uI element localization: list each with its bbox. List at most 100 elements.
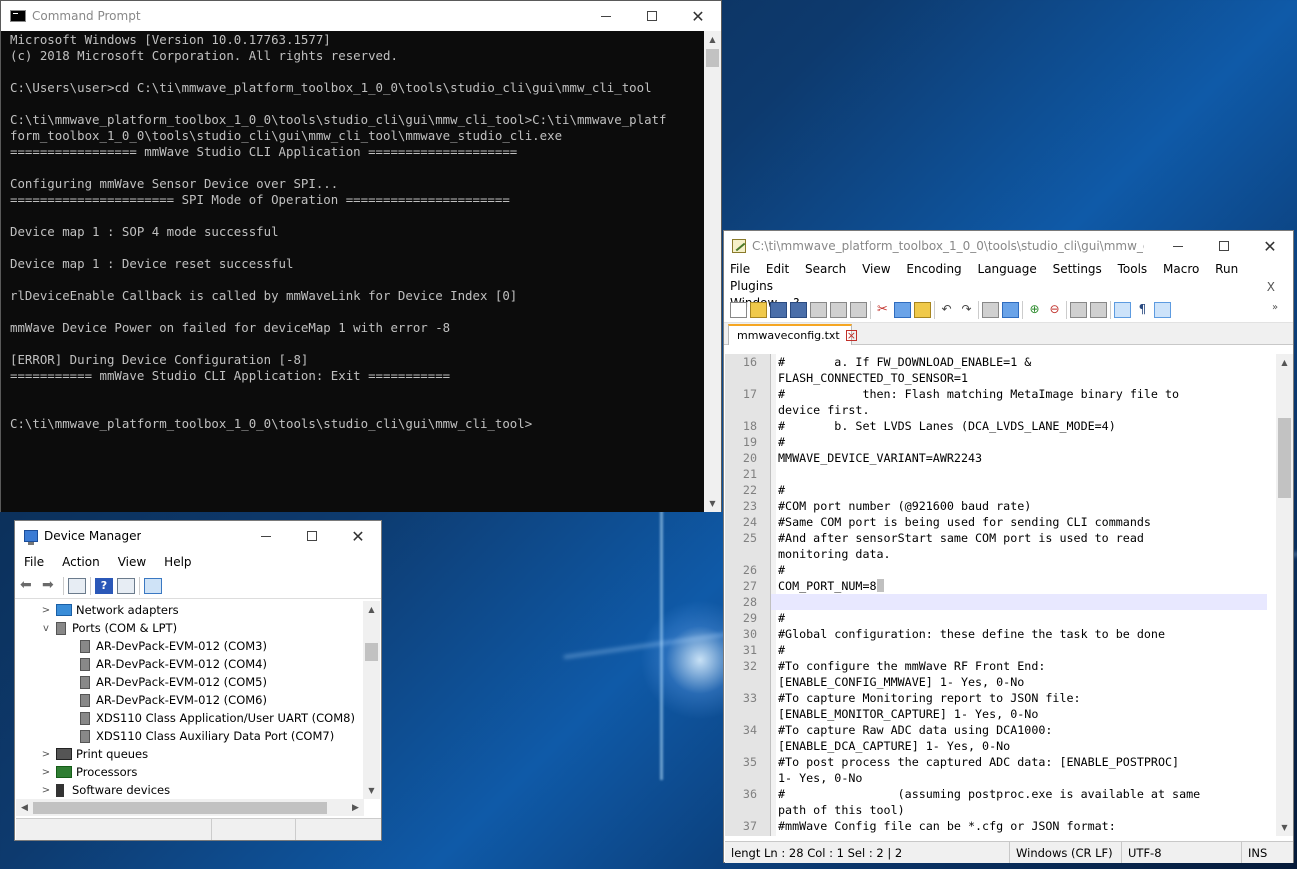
zoom-in-icon[interactable]: ⊕ bbox=[1026, 302, 1043, 318]
dm-scroll-thumb[interactable] bbox=[365, 643, 378, 661]
close-file-icon[interactable] bbox=[810, 301, 827, 318]
editor-line[interactable]: 26 # bbox=[725, 562, 1293, 578]
device-tree[interactable]: > Network adapters v Ports (COM & LPT) AR-De… bbox=[16, 601, 381, 799]
editor-line[interactable]: 31 # bbox=[725, 642, 1293, 658]
save-all-icon[interactable] bbox=[790, 301, 807, 318]
scroll-down-icon[interactable]: ▼ bbox=[704, 495, 721, 512]
device-manager-window[interactable]: Device Manager ✕ File Action View Help ?… bbox=[14, 520, 382, 841]
toolbar-overflow-icon[interactable]: » bbox=[1272, 302, 1289, 318]
dm-minimize-button[interactable] bbox=[243, 521, 289, 551]
editor-line[interactable]: 25 #And after sensorStart same COM port i… bbox=[725, 530, 1293, 546]
editor-line[interactable]: 27 COM_PORT_NUM=8 bbox=[725, 578, 1293, 594]
tab-close-icon[interactable]: × bbox=[845, 330, 857, 341]
npp-close-button[interactable]: ✕ bbox=[1247, 231, 1293, 261]
current-line[interactable]: 28 bbox=[725, 594, 1293, 610]
command-prompt-window[interactable]: Command Prompt ✕ Microsoft Windows [Vers… bbox=[0, 0, 722, 512]
close-all-icon[interactable] bbox=[830, 301, 847, 318]
menu-language[interactable]: Language bbox=[978, 262, 1037, 276]
scroll-up-icon[interactable]: ▲ bbox=[704, 31, 721, 48]
cut-icon[interactable]: ✂ bbox=[874, 302, 891, 318]
menu-plugins[interactable]: Plugins bbox=[730, 279, 773, 293]
redo-icon[interactable]: ↷ bbox=[958, 302, 975, 318]
menu-macro[interactable]: Macro bbox=[1163, 262, 1199, 276]
menu-search[interactable]: Search bbox=[805, 262, 846, 276]
editor-line[interactable]: device first. bbox=[725, 402, 1293, 418]
expand-chevron-icon[interactable]: > bbox=[40, 767, 52, 778]
close-document-icon[interactable]: X bbox=[1267, 279, 1275, 296]
editor-line[interactable]: [ENABLE_CONFIG_MMWAVE] 1- Yes, 0-No bbox=[725, 674, 1293, 690]
zoom-out-icon[interactable]: ⊖ bbox=[1046, 302, 1063, 318]
properties-icon[interactable] bbox=[117, 577, 135, 594]
sync-vertical-icon[interactable] bbox=[1070, 301, 1087, 318]
npp-titlebar[interactable]: C:\ti\mmwave_platform_toolbox_1_0_0\tool… bbox=[724, 231, 1293, 261]
notepadpp-window[interactable]: C:\ti\mmwave_platform_toolbox_1_0_0\tool… bbox=[723, 230, 1294, 863]
copy-icon[interactable] bbox=[894, 301, 911, 318]
tree-item[interactable]: XDS110 Class Auxiliary Data Port (COM7) bbox=[16, 727, 381, 745]
editor-line[interactable]: [ENABLE_MONITOR_CAPTURE] 1- Yes, 0-No bbox=[725, 706, 1293, 722]
editor-line[interactable]: 1- Yes, 0-No bbox=[725, 770, 1293, 786]
editor-line[interactable]: 21 bbox=[725, 466, 1293, 482]
status-encoding[interactable]: UTF-8 bbox=[1122, 842, 1242, 863]
cmd-scrollbar[interactable]: ▲ ▼ bbox=[704, 31, 721, 512]
collapse-chevron-icon[interactable]: v bbox=[40, 623, 52, 634]
editor-line[interactable]: 20 MMWAVE_DEVICE_VARIANT=AWR2243 bbox=[725, 450, 1293, 466]
dm-maximize-button[interactable] bbox=[289, 521, 335, 551]
open-file-icon[interactable] bbox=[750, 301, 767, 318]
cmd-scroll-thumb[interactable] bbox=[706, 49, 719, 67]
editor-line[interactable]: 16 # a. If FW_DOWNLOAD_ENABLE=1 & bbox=[725, 354, 1293, 370]
tree-item[interactable]: > Print queues bbox=[16, 745, 381, 763]
cmd-titlebar[interactable]: Command Prompt ✕ bbox=[1, 1, 721, 31]
editor-line[interactable]: 36 # (assuming postproc.exe is available … bbox=[725, 786, 1293, 802]
menu-view[interactable]: View bbox=[862, 262, 890, 276]
scroll-up-icon[interactable]: ▲ bbox=[1276, 354, 1293, 371]
menu-action[interactable]: Action bbox=[53, 555, 109, 569]
forward-arrow-icon[interactable] bbox=[41, 577, 59, 594]
tree-item[interactable]: > Software devices bbox=[16, 781, 381, 799]
scroll-left-icon[interactable]: ◀ bbox=[16, 803, 33, 813]
scroll-down-icon[interactable]: ▼ bbox=[363, 782, 380, 799]
tree-item[interactable]: AR-DevPack-EVM-012 (COM3) bbox=[16, 637, 381, 655]
status-eol[interactable]: Windows (CR LF) bbox=[1010, 842, 1122, 863]
indent-guide-icon[interactable] bbox=[1154, 301, 1171, 318]
dm-hscroll-thumb[interactable] bbox=[33, 801, 327, 814]
new-file-icon[interactable] bbox=[730, 301, 747, 318]
npp-maximize-button[interactable] bbox=[1201, 231, 1247, 261]
npp-vertical-scrollbar[interactable]: ▲ ▼ bbox=[1276, 354, 1293, 836]
help-icon[interactable]: ? bbox=[95, 577, 113, 594]
dm-close-button[interactable]: ✕ bbox=[335, 521, 381, 551]
scroll-down-icon[interactable]: ▼ bbox=[1276, 819, 1293, 836]
sync-horizontal-icon[interactable] bbox=[1090, 301, 1107, 318]
paste-icon[interactable] bbox=[914, 301, 931, 318]
expand-chevron-icon[interactable]: > bbox=[40, 749, 52, 760]
back-arrow-icon[interactable] bbox=[19, 577, 37, 594]
dm-titlebar[interactable]: Device Manager ✕ bbox=[15, 521, 381, 551]
replace-icon[interactable] bbox=[1002, 301, 1019, 318]
editor-line[interactable]: 35 #To post process the captured ADC data… bbox=[725, 754, 1293, 770]
editor-line[interactable]: 18 # b. Set LVDS Lanes (DCA_LVDS_LANE_MOD… bbox=[725, 418, 1293, 434]
undo-icon[interactable]: ↶ bbox=[938, 302, 955, 318]
tree-item[interactable]: v Ports (COM & LPT) bbox=[16, 619, 381, 637]
npp-scroll-thumb[interactable] bbox=[1278, 418, 1291, 498]
scroll-right-icon[interactable]: ▶ bbox=[347, 803, 364, 813]
tree-item[interactable]: > Processors bbox=[16, 763, 381, 781]
menu-help[interactable]: Help bbox=[155, 555, 200, 569]
show-hide-console-tree-icon[interactable] bbox=[68, 577, 86, 594]
menu-settings[interactable]: Settings bbox=[1053, 262, 1102, 276]
cmd-console[interactable]: Microsoft Windows [Version 10.0.17763.15… bbox=[1, 31, 706, 512]
tree-item[interactable]: AR-DevPack-EVM-012 (COM5) bbox=[16, 673, 381, 691]
show-all-characters-icon[interactable]: ¶ bbox=[1134, 302, 1151, 318]
tab-mmwaveconfig[interactable]: mmwaveconfig.txt × bbox=[728, 324, 857, 345]
menu-view[interactable]: View bbox=[109, 555, 155, 569]
scroll-up-icon[interactable]: ▲ bbox=[363, 601, 380, 618]
editor-line[interactable]: 23 #COM port number (@921600 baud rate) bbox=[725, 498, 1293, 514]
menu-run[interactable]: Run bbox=[1215, 262, 1238, 276]
menu-file[interactable]: File bbox=[730, 262, 750, 276]
editor-line[interactable]: 33 #To capture Monitoring report to JSON … bbox=[725, 690, 1293, 706]
editor-line[interactable]: 22 # bbox=[725, 482, 1293, 498]
editor-line[interactable]: 17 # then: Flash matching MetaImage binar… bbox=[725, 386, 1293, 402]
editor-line[interactable]: monitoring data. bbox=[725, 546, 1293, 562]
word-wrap-icon[interactable] bbox=[1114, 301, 1131, 318]
code-editor[interactable]: 16 # a. If FW_DOWNLOAD_ENABLE=1 & FLASH_CO… bbox=[725, 354, 1293, 836]
tree-item[interactable]: XDS110 Class Application/User UART (COM8… bbox=[16, 709, 381, 727]
menu-edit[interactable]: Edit bbox=[766, 262, 789, 276]
